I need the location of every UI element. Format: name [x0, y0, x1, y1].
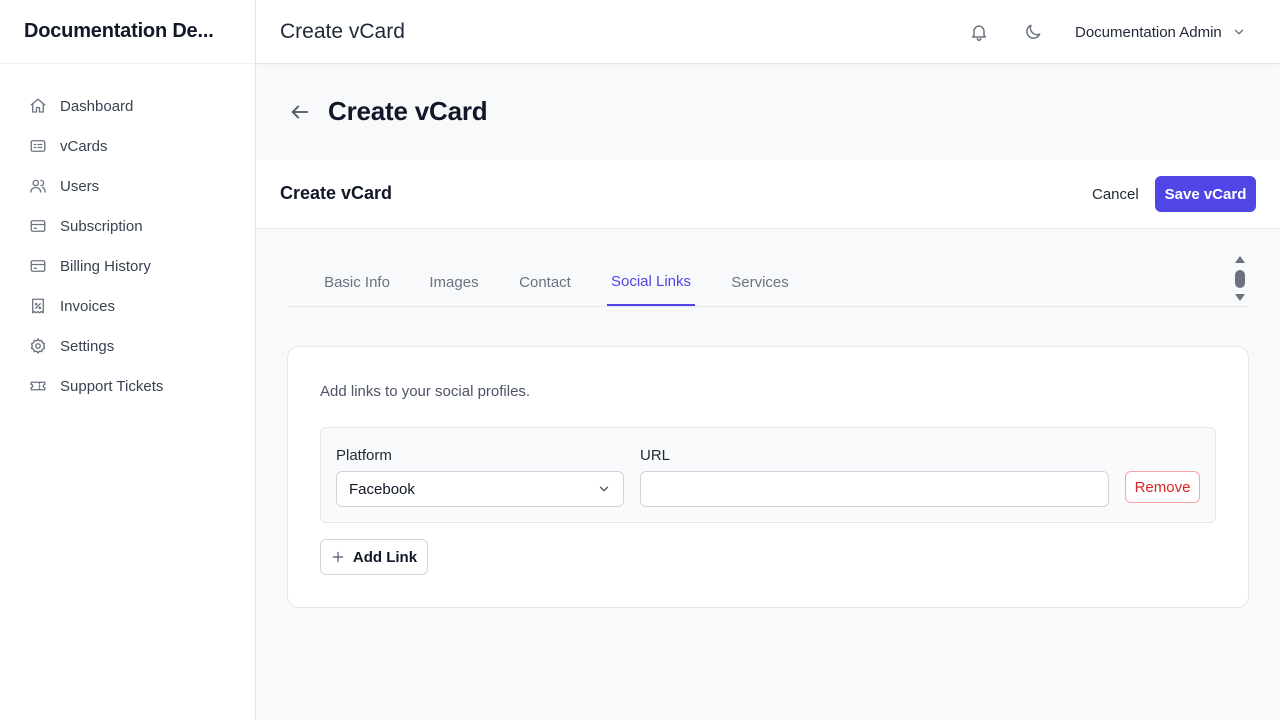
sidebar-item-settings[interactable]: Settings — [0, 326, 255, 366]
cancel-button[interactable]: Cancel — [1082, 176, 1149, 212]
chevron-down-icon — [597, 482, 611, 500]
sidebar-item-label: Subscription — [60, 217, 143, 235]
topbar: Create vCard Documentation Admin — [256, 0, 1280, 64]
credit-card-icon — [28, 216, 48, 236]
platform-label: Platform — [336, 447, 392, 464]
platform-select-value: Facebook — [349, 480, 415, 498]
home-icon — [28, 96, 48, 116]
url-label: URL — [640, 447, 671, 464]
platform-select[interactable]: Facebook — [336, 471, 624, 507]
sidebar: Documentation De... Dashboard vCards Use… — [0, 0, 256, 720]
sidebar-item-label: Invoices — [60, 297, 116, 315]
id-card-icon — [28, 136, 48, 156]
moon-icon[interactable] — [1021, 20, 1045, 44]
users-icon — [28, 176, 48, 196]
sidebar-item-label: Billing History — [60, 257, 151, 275]
social-link-row: Platform URL Facebook Remove — [320, 427, 1216, 523]
save-vcard-button[interactable]: Save vCard — [1155, 176, 1256, 212]
form-title: Create vCard — [280, 183, 393, 203]
plus-icon — [331, 550, 345, 564]
sidebar-item-dashboard[interactable]: Dashboard — [0, 86, 255, 126]
tab-social-links[interactable]: Social Links — [607, 258, 695, 306]
social-links-helper-text: Add links to your social profiles. — [320, 383, 531, 400]
brand-name[interactable]: Documentation De... — [24, 20, 214, 43]
user-name: Documentation Admin — [1075, 23, 1222, 41]
tab-contact[interactable]: Contact — [518, 258, 572, 306]
sidebar-item-vcards[interactable]: vCards — [0, 126, 255, 166]
sidebar-item-label: Settings — [60, 337, 115, 355]
add-link-button[interactable]: Add Link — [320, 539, 428, 575]
sidebar-item-label: vCards — [60, 137, 108, 155]
page-header: Create vCard — [256, 64, 1280, 160]
user-menu[interactable]: Documentation Admin — [1075, 20, 1246, 44]
page-title: Create vCard — [328, 96, 488, 126]
sidebar-item-invoices[interactable]: Invoices — [0, 286, 255, 326]
sidebar-item-subscription[interactable]: Subscription — [0, 206, 255, 246]
social-links-card: Add links to your social profiles. Platf… — [287, 346, 1249, 608]
topbar-title: Create vCard — [280, 20, 405, 43]
add-link-label: Add Link — [352, 548, 418, 566]
gear-icon — [28, 336, 48, 356]
credit-card-icon — [28, 256, 48, 276]
tab-services[interactable]: Services — [730, 258, 790, 306]
scrollbar-thumb[interactable] — [1235, 270, 1245, 288]
sidebar-item-support-tickets[interactable]: Support Tickets — [0, 366, 255, 406]
form-header: Create vCard Cancel Save vCard — [256, 160, 1280, 229]
scroll-down-arrow-icon[interactable] — [1235, 294, 1245, 301]
bell-icon[interactable] — [967, 20, 991, 44]
brand[interactable]: Documentation De... — [0, 0, 255, 64]
tabs-scrollbar[interactable] — [1232, 254, 1248, 304]
sidebar-nav: Dashboard vCards Users Subscription Bill… — [0, 64, 255, 406]
ticket-icon — [28, 376, 48, 396]
chevron-down-icon — [1232, 25, 1246, 39]
remove-link-button[interactable]: Remove — [1125, 471, 1200, 503]
sidebar-item-label: Dashboard — [60, 97, 134, 115]
receipt-icon — [28, 296, 48, 316]
tab-images[interactable]: Images — [429, 258, 479, 306]
back-arrow-icon[interactable] — [286, 100, 314, 124]
scroll-up-arrow-icon[interactable] — [1235, 256, 1245, 263]
sidebar-item-users[interactable]: Users — [0, 166, 255, 206]
form-tabs: Basic Info Images Contact Social Links S… — [287, 258, 1249, 307]
url-input[interactable] — [640, 471, 1109, 507]
sidebar-item-label: Users — [60, 177, 100, 195]
tab-basic-info[interactable]: Basic Info — [324, 258, 390, 306]
sidebar-item-billing-history[interactable]: Billing History — [0, 246, 255, 286]
sidebar-item-label: Support Tickets — [60, 377, 164, 395]
